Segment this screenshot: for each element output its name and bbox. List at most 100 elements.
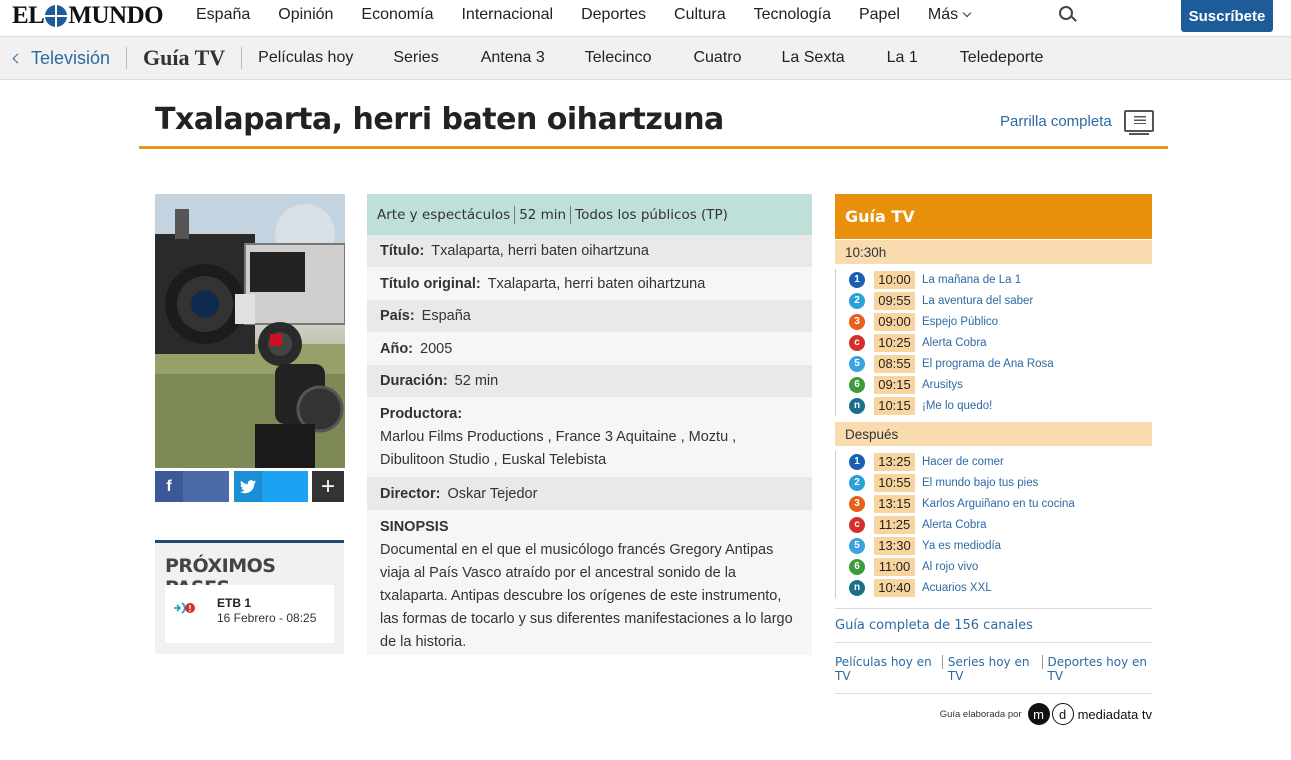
series-today-link[interactable]: Series hoy en TV xyxy=(948,655,1037,683)
subnav-item[interactable]: Películas hoy xyxy=(258,49,353,67)
site-logo[interactable]: EL MUNDO xyxy=(12,2,164,30)
upcoming-card[interactable]: ETB 1 16 Febrero - 08:25 xyxy=(165,585,334,643)
nav-item[interactable]: Opinión xyxy=(278,6,333,24)
guide-item[interactable]: 3 13:15 Karlos Arguiñano en tu cocina xyxy=(836,493,1152,514)
guide-credit: Guía elaborada por m d mediadata tv xyxy=(835,703,1152,725)
detail-row-original-title: Título original: Txalaparta, herri baten… xyxy=(367,267,812,300)
subnav-item[interactable]: La Sexta xyxy=(782,49,845,67)
channel-logo-icon: 3 xyxy=(849,495,865,512)
nav-item[interactable]: Tecnología xyxy=(754,6,831,24)
channel-logo-icon: 1 xyxy=(849,271,865,288)
guide-program-title[interactable]: Hacer de comer xyxy=(922,456,1004,468)
guide-program-title[interactable]: La mañana de La 1 xyxy=(922,274,1021,286)
detail-value: Txalaparta, herri baten oihartzuna xyxy=(431,243,649,259)
guide-item[interactable]: 6 09:15 Arusitys xyxy=(836,374,1152,395)
now-label: 10:30h xyxy=(835,240,1152,264)
detail-value: España xyxy=(421,308,471,324)
guide-time: 11:25 xyxy=(874,515,915,534)
channel-logo-icon: 5 xyxy=(849,537,865,554)
channel-logo-icon: c xyxy=(849,334,865,351)
more-menu-button[interactable]: Más xyxy=(928,6,972,24)
tv-guide-widget: Guía TV 10:30h 1 10:00 La mañana de La 120… xyxy=(835,194,1152,725)
globe-icon xyxy=(45,5,68,27)
guide-program-title[interactable]: Al rojo vivo xyxy=(922,561,978,573)
program-image xyxy=(155,194,345,468)
sports-today-link[interactable]: Deportes hoy en TV xyxy=(1047,655,1152,683)
guide-program-title[interactable]: La aventura del saber xyxy=(922,295,1033,307)
nav-item[interactable]: Internacional xyxy=(461,6,553,24)
guide-time: 13:15 xyxy=(874,494,915,513)
guide-program-title[interactable]: Arusitys xyxy=(922,379,963,391)
channel-logo-icon: 2 xyxy=(849,292,865,309)
guide-program-title[interactable]: El programa de Ana Rosa xyxy=(922,358,1054,370)
mediadata-name[interactable]: mediadata tv xyxy=(1078,707,1152,722)
logo-text-right: MUNDO xyxy=(68,2,164,29)
subnav-item[interactable]: Cuatro xyxy=(693,49,741,67)
search-icon[interactable] xyxy=(1059,6,1073,20)
nav-item[interactable]: Economía xyxy=(361,6,433,24)
full-guide-link[interactable]: Guía completa de 156 canales xyxy=(835,608,1152,643)
guide-item[interactable]: 5 08:55 El programa de Ana Rosa xyxy=(836,353,1152,374)
full-grid-link[interactable]: Parrilla completa xyxy=(1000,110,1154,135)
more-share-button[interactable]: + xyxy=(312,471,344,502)
divider xyxy=(126,47,128,69)
chevron-left-icon xyxy=(12,53,23,63)
guide-time: 09:15 xyxy=(874,375,915,394)
detail-value: 52 min xyxy=(454,373,499,389)
subnav-item[interactable]: Telecinco xyxy=(585,49,652,67)
guide-item[interactable]: c 11:25 Alerta Cobra xyxy=(836,514,1152,535)
facebook-share-button[interactable]: f xyxy=(155,471,229,502)
credit-label: Guía elaborada por xyxy=(939,708,1022,720)
nav-item[interactable]: Deportes xyxy=(581,6,646,24)
guide-program-title[interactable]: El mundo bajo tus pies xyxy=(922,477,1038,489)
guide-item[interactable]: 2 10:55 El mundo bajo tus pies xyxy=(836,472,1152,493)
guide-item[interactable]: 2 09:55 La aventura del saber xyxy=(836,290,1152,311)
channel-logo-icon: n xyxy=(849,397,865,414)
guide-item[interactable]: n 10:40 Acuarios XXL xyxy=(836,577,1152,598)
guide-program-title[interactable]: Alerta Cobra xyxy=(922,337,987,349)
subnav-item[interactable]: Series xyxy=(393,49,438,67)
program-details: Arte y espectáculos 52 min Todos los púb… xyxy=(367,194,812,655)
guide-item[interactable]: 6 11:00 Al rojo vivo xyxy=(836,556,1152,577)
top-bar: EL MUNDO España Opinión Economía Interna… xyxy=(0,0,1291,37)
genre: Arte y espectáculos xyxy=(377,206,511,223)
guide-program-title[interactable]: Espejo Público xyxy=(922,316,998,328)
guide-time: 09:00 xyxy=(874,312,915,331)
subnav-item[interactable]: La 1 xyxy=(887,49,918,67)
section-title[interactable]: Guía TV xyxy=(143,45,225,71)
guide-program-title[interactable]: ¡Me lo quedo! xyxy=(922,400,992,412)
guide-program-title[interactable]: Ya es mediodía xyxy=(922,540,1001,552)
guide-time: 10:00 xyxy=(874,270,915,289)
guide-program-title[interactable]: Alerta Cobra xyxy=(922,519,987,531)
guide-item[interactable]: n 10:15 ¡Me lo quedo! xyxy=(836,395,1152,416)
guide-program-title[interactable]: Acuarios XXL xyxy=(922,582,992,594)
guide-item[interactable]: 3 09:00 Espejo Público xyxy=(836,311,1152,332)
nav-item[interactable]: España xyxy=(196,6,250,24)
subnav-item[interactable]: Antena 3 xyxy=(481,49,545,67)
guide-item[interactable]: 1 10:00 La mañana de La 1 xyxy=(836,269,1152,290)
guide-item[interactable]: c 10:25 Alerta Cobra xyxy=(836,332,1152,353)
guide-program-title[interactable]: Karlos Arguiñano en tu cocina xyxy=(922,498,1075,510)
guide-time: 08:55 xyxy=(874,354,915,373)
synopsis: SINOPSIS Documental en el que el musicól… xyxy=(367,510,812,655)
detail-label: Título: xyxy=(380,243,425,259)
movies-today-link[interactable]: Películas hoy en TV xyxy=(835,655,937,683)
now-list: 1 10:00 La mañana de La 1 2 09:55 La aventura… xyxy=(835,269,1152,416)
mediadata-logo-d: d xyxy=(1051,703,1074,725)
nav-item[interactable]: Cultura xyxy=(674,6,726,24)
detail-row-year: Año: 2005 xyxy=(367,332,812,365)
divider xyxy=(514,205,516,224)
nav-item[interactable]: Papel xyxy=(859,6,900,24)
guide-item[interactable]: 5 13:30 Ya es mediodía xyxy=(836,535,1152,556)
twitter-share-button[interactable] xyxy=(234,471,308,502)
subscribe-button[interactable]: Suscríbete xyxy=(1181,0,1273,32)
detail-row-country: País: España xyxy=(367,300,812,332)
logo-text-left: EL xyxy=(12,2,45,29)
back-to-television-link[interactable]: Televisión xyxy=(12,48,110,69)
guide-time: 09:55 xyxy=(874,291,915,310)
subnav-item[interactable]: Teledeporte xyxy=(960,49,1044,67)
detail-label: Duración: xyxy=(380,373,448,389)
back-label: Televisión xyxy=(31,47,111,68)
main-nav: España Opinión Economía Internacional De… xyxy=(196,0,998,30)
guide-item[interactable]: 1 13:25 Hacer de comer xyxy=(836,451,1152,472)
